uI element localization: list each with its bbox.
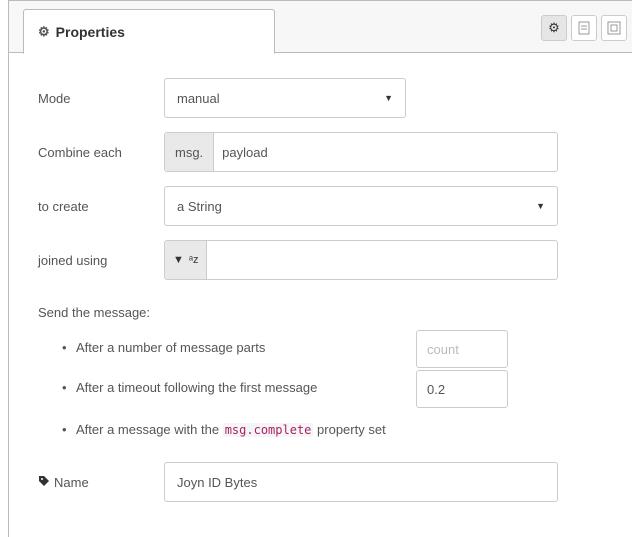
bullet: • [62, 340, 67, 355]
name-value: Joyn ID Bytes [177, 474, 258, 490]
create-label: to create [38, 198, 89, 214]
tab-icon-group: ⚙ [541, 15, 627, 41]
combine-value: payload [222, 144, 268, 160]
timeout-option: • After a timeout following the first me… [62, 380, 317, 395]
complete-option: • After a message with the msg.complete … [62, 422, 386, 437]
combine-label: Combine each [38, 144, 122, 160]
tab-bar: ⚙ Properties ⚙ [9, 1, 632, 54]
name-row: Name Joyn ID Bytes [38, 462, 558, 502]
description-icon[interactable] [571, 15, 597, 41]
caret-down-icon: ▼ [536, 201, 545, 211]
timeout-text: After a timeout following the first mess… [76, 380, 318, 395]
type-selector-button[interactable]: ▼ ᵃz [165, 241, 208, 279]
create-select[interactable]: a String ▼ [164, 186, 558, 226]
timeout-value: 0.2 [427, 381, 446, 397]
joined-label: joined using [38, 252, 108, 268]
string-type-icon: ᵃz [188, 254, 199, 266]
complete-suffix: property set [317, 422, 386, 437]
joined-input[interactable]: ▼ ᵃz [164, 240, 558, 280]
document-icon [578, 21, 590, 35]
parts-option: • After a number of message parts [62, 340, 265, 355]
mode-row: Mode manual ▼ [38, 78, 406, 118]
tab-properties[interactable]: ⚙ Properties [23, 9, 275, 54]
name-input[interactable]: Joyn ID Bytes [164, 462, 558, 502]
complete-prefix: After a message with the [76, 422, 220, 437]
name-label-wrap: Name [38, 475, 164, 490]
joined-row: joined using ▼ ᵃz [38, 240, 558, 280]
combine-property-input[interactable]: msg. payload [164, 132, 558, 172]
send-message-title: Send the message: [38, 305, 151, 320]
appearance-icon[interactable] [601, 15, 627, 41]
frame-icon [607, 21, 621, 35]
create-row: to create a String ▼ [38, 186, 558, 226]
mode-label: Mode [38, 90, 71, 106]
create-value: a String [177, 198, 222, 214]
name-label: Name [54, 474, 89, 490]
parts-text: After a number of message parts [76, 340, 266, 355]
caret-down-icon: ▼ [384, 93, 393, 103]
mode-select[interactable]: manual ▼ [164, 78, 406, 118]
timeout-input[interactable]: 0.2 [416, 370, 508, 408]
tab-properties-label: Properties [55, 23, 125, 40]
msg-complete-code: msg.complete [222, 422, 314, 437]
gear-icon: ⚙ [38, 23, 50, 39]
bullet: • [62, 422, 67, 437]
mode-value: manual [177, 90, 220, 106]
msg-prefix: msg. [165, 133, 215, 171]
combine-row: Combine each msg. payload [38, 132, 558, 172]
count-placeholder: count [427, 341, 459, 357]
tag-icon [38, 475, 50, 490]
count-input[interactable]: count [416, 330, 508, 368]
bullet: • [62, 380, 67, 395]
caret-down-icon: ▼ [173, 254, 184, 266]
settings-gear-icon[interactable]: ⚙ [541, 15, 567, 41]
